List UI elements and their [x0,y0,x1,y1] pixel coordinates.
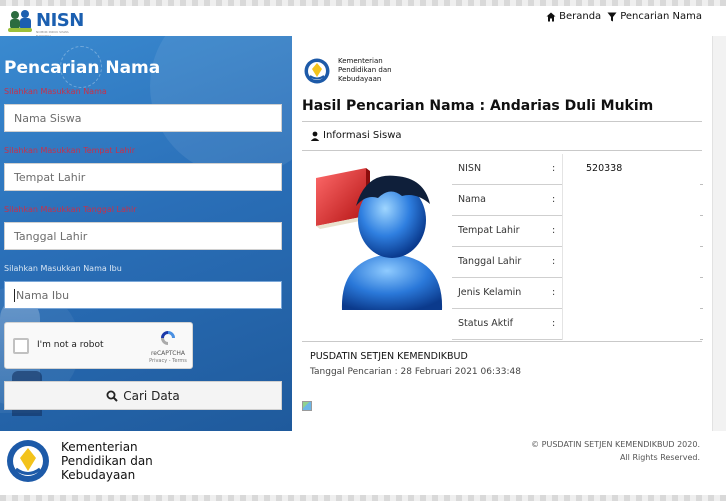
column-divider [562,216,563,247]
site-footer: Kementerian Pendidikan dan Kebudayaan © … [0,431,726,495]
user-icon [310,131,320,141]
name-hint: Silahkan Masukkan Nama [4,87,107,96]
ministry-logo-icon [304,58,330,84]
row-label: Tanggal Lahir [458,256,522,267]
copyright-line: © PUSDATIN SETJEN KEMENDIKBUD 2020. [531,440,700,449]
recaptcha-label: I'm not a robot [37,340,104,350]
search-button[interactable]: Cari Data [4,381,282,410]
top-nav: Beranda Pencarian Nama [546,11,702,22]
broken-image-icon [302,401,312,411]
row-separator: : [552,225,556,236]
birthplace-hint: Silahkan Masukkan Tempat Lahir [4,146,136,155]
mother-name-hint: Silahkan Masukkan Nama Ibu [4,264,122,273]
table-row: Nama : [452,185,703,216]
nav-name-search-label: Pencarian Nama [620,11,702,22]
divider [302,341,702,342]
table-row: NISN : 520338 [452,154,703,185]
recaptcha-checkbox[interactable] [13,338,29,354]
column-divider [562,154,563,185]
ministry-name-line: Pendidikan dan [61,454,153,468]
row-separator: : [552,256,556,267]
student-info-label: Informasi Siswa [323,130,402,141]
mother-name-input[interactable]: Nama Ibu [4,281,282,309]
birthdate-placeholder: Tanggal Lahir [14,229,88,243]
copyright: © PUSDATIN SETJEN KEMENDIKBUD 2020. All … [531,438,700,464]
row-label: Jenis Kelamin [458,287,522,298]
divider [302,121,702,122]
divider [302,150,702,151]
student-avatar [316,168,443,310]
birthplace-input[interactable]: Tempat Lahir [4,163,282,191]
ministry-name-line: Kebudayaan [61,468,136,482]
students-logo-icon [8,10,32,32]
search-icon [106,390,118,402]
row-label: Status Aktif [458,318,514,329]
text-cursor [14,288,15,302]
birthdate-hint: Silahkan Masukkan Tanggal Lahir [4,205,137,214]
row-separator: : [552,194,556,205]
column-divider [562,278,563,309]
nav-home-label: Beranda [559,11,602,22]
bottom-border [0,495,726,501]
nav-home[interactable]: Beranda [546,11,601,22]
search-button-label: Cari Data [123,388,180,403]
ministry-name-line: Pendidikan dan [338,66,392,74]
recaptcha-brand: reCAPTCHA [150,350,186,357]
mother-name-placeholder: Nama Ibu [16,288,70,302]
site-header: NISN NOMOR INDUK SISWA NASIONAL Beranda … [0,6,726,38]
row-label: Nama [458,194,487,205]
student-name-placeholder: Nama Siswa [14,111,82,125]
recaptcha-widget: I'm not a robot reCAPTCHA Privacy - Term… [4,322,193,369]
table-row: Jenis Kelamin : [452,278,703,309]
recaptcha-links[interactable]: Privacy - Terms [145,358,191,364]
result-panel: Kementerian Pendidikan dan Kebudayaan Ha… [292,36,712,431]
nav-name-search[interactable]: Pencarian Nama [607,11,702,22]
ministry-name: Kementerian Pendidikan dan Kebudayaan [338,57,392,84]
search-date: Tanggal Pencarian : 28 Februari 2021 06:… [310,367,521,377]
result-title: Hasil Pencarian Nama : Andarias Duli Muk… [302,98,654,114]
footer-ministry-name: Kementerian Pendidikan dan Kebudayaan [61,440,153,482]
filter-icon [607,12,617,21]
row-label: Tempat Lahir [458,225,520,236]
ministry-name-line: Kementerian [61,440,138,454]
column-divider [562,309,563,340]
search-panel-title: Pencarian Nama [4,58,161,78]
nisn-logo[interactable]: NISN NOMOR INDUK SISWA NASIONAL [6,8,84,38]
table-row: Tanggal Lahir : [452,247,703,278]
table-row: Tempat Lahir : [452,216,703,247]
ministry-name-line: Kebudayaan [338,75,382,83]
ministry-logo-icon [7,440,49,482]
row-divider [700,339,703,340]
column-divider [562,247,563,278]
row-separator: : [552,318,556,329]
birthdate-input[interactable]: Tanggal Lahir [4,222,282,250]
row-label: NISN [458,163,482,174]
ministry-name-line: Kementerian [338,57,383,65]
row-divider [452,339,562,340]
birthplace-placeholder: Tempat Lahir [14,170,86,184]
logo-text: NISN [36,10,84,31]
data-source: PUSDATIN SETJEN KEMENDIKBUD [310,351,468,362]
search-panel: Pencarian Nama Silahkan Masukkan Nama Na… [0,36,292,431]
right-margin [712,36,726,431]
student-name-input[interactable]: Nama Siswa [4,104,282,132]
recaptcha-icon [161,331,175,345]
row-separator: : [552,163,556,174]
home-icon [546,12,556,21]
row-separator: : [552,287,556,298]
student-info-heading: Informasi Siswa [310,130,402,141]
column-divider [562,185,563,216]
rights-line: All Rights Reserved. [619,453,700,462]
table-row: Status Aktif : [452,309,703,340]
row-value: 520338 [586,163,623,174]
